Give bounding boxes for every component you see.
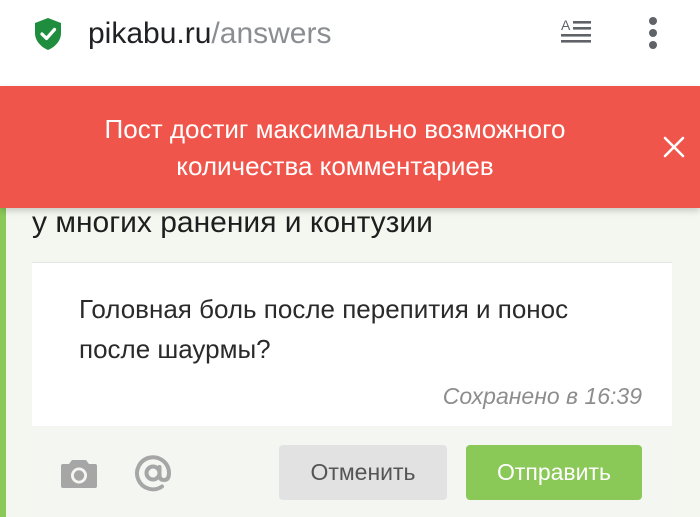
banner-message: Пост достиг максимально возможного колич… — [40, 111, 630, 185]
saved-status: Сохранено в 16:39 — [442, 383, 642, 409]
svg-text:A: A — [561, 17, 571, 33]
url-path: /answers — [211, 17, 332, 50]
url-text[interactable]: pikabu.ru/answers — [88, 15, 331, 53]
more-vert-icon[interactable] — [641, 16, 665, 50]
comment-text-line-1: Головная боль после перепития и понос — [79, 294, 569, 324]
send-button[interactable]: Отправить — [466, 445, 642, 500]
url-host: pikabu.ru — [88, 17, 212, 50]
camera-icon[interactable] — [59, 456, 99, 490]
comment-text: Головная боль после перепития и понос по… — [79, 289, 639, 369]
browser-url-bar: pikabu.ru/answers A — [0, 0, 700, 86]
comment-toolbar: Отменить Отправить — [32, 426, 672, 517]
comment-text-line-2: после шаурмы? — [79, 334, 271, 364]
cancel-button[interactable]: Отменить — [279, 445, 447, 500]
comment-input[interactable]: Головная боль после перепития и понос по… — [32, 262, 672, 426]
comment-limit-banner: Пост достиг максимально возможного колич… — [0, 86, 700, 208]
shield-check-icon[interactable] — [33, 17, 63, 51]
banner-line-2: количества комментариев — [176, 151, 494, 181]
reader-mode-icon[interactable]: A — [559, 17, 593, 47]
close-icon[interactable] — [661, 134, 687, 160]
banner-line-1: Пост достиг максимально возможного — [104, 114, 566, 144]
at-sign-icon[interactable] — [133, 453, 173, 493]
post-heading: у многих ранения и контузии — [32, 206, 433, 239]
